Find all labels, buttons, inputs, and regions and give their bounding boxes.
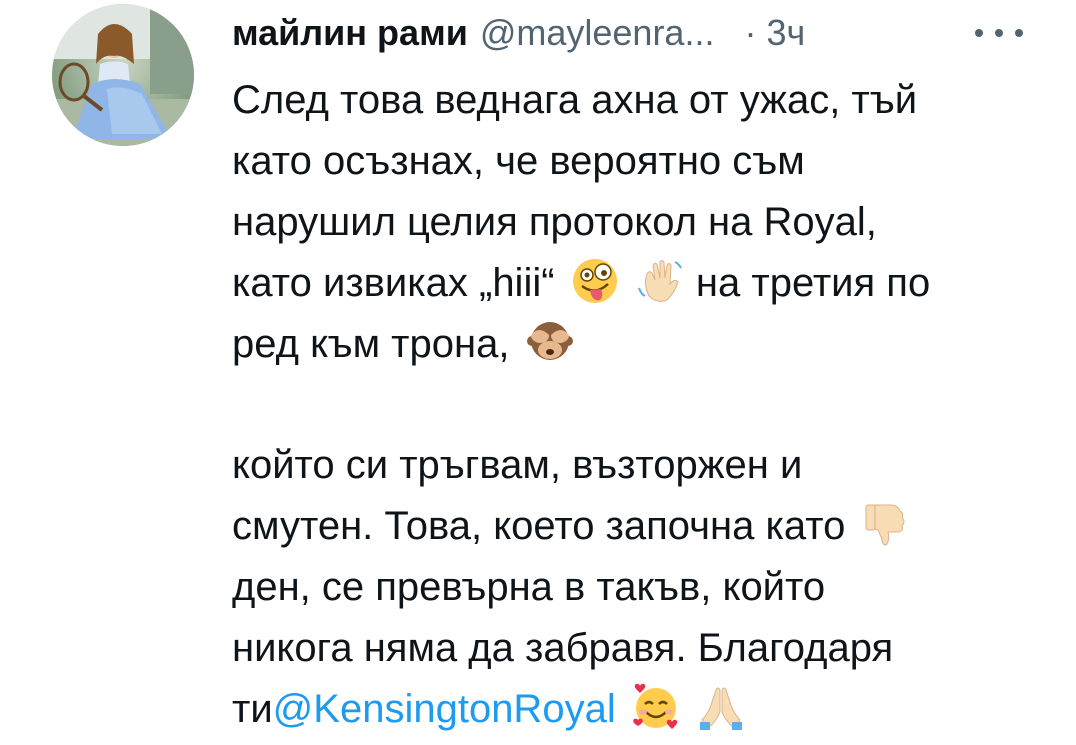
text-segment: ред към трона,	[232, 322, 510, 366]
avatar-image	[52, 4, 194, 146]
thumbs-down-emoji	[860, 499, 910, 549]
author-display-name[interactable]: майлин рами	[232, 12, 468, 54]
smiling-face-with-hearts-emoji	[631, 682, 681, 732]
header-separator: ·	[744, 12, 757, 53]
zany-face-emoji	[570, 256, 620, 306]
text-segment: смутен. Това, което започна като	[232, 504, 846, 548]
text-line: нарушил целия протокол на Royal,	[232, 200, 877, 244]
more-dot	[995, 29, 1003, 37]
text-line: като осъзнах, че вероятно съм	[232, 139, 805, 183]
tweet-header: майлин рами @mayleenra... · 3ч	[232, 8, 1032, 58]
more-horizontal-icon	[975, 29, 983, 37]
mention-link[interactable]: @KensingtonRoyal	[273, 687, 616, 731]
tweet-text: След това веднага ахна от ужас, тъй като…	[232, 70, 1032, 740]
text-line: ден, се превърна в такъв, който	[232, 565, 826, 609]
text-line: като извиках „hiii“ на третия по	[232, 253, 1032, 314]
text-line: ред към трона,	[232, 314, 1032, 375]
tweet[interactable]: майлин рами @mayleenra... · 3ч След това…	[0, 0, 1076, 745]
text-line: След това веднага ахна от ужас, тъй	[232, 78, 918, 122]
see-no-evil-monkey-emoji	[525, 317, 575, 367]
more-dot	[1015, 29, 1023, 37]
waving-hand-emoji	[635, 256, 685, 306]
author-handle[interactable]: @mayleenra...	[480, 12, 715, 54]
text-segment: ти	[232, 687, 273, 731]
text-line: смутен. Това, което започна като	[232, 496, 1032, 557]
text-line: никога няма да забравя. Благодаря	[232, 626, 894, 670]
text-line: ти@KensingtonRoyal	[232, 679, 1032, 740]
author-avatar[interactable]	[52, 4, 194, 146]
folded-hands-emoji	[696, 682, 746, 732]
text-segment: на третия по	[695, 261, 931, 305]
more-options-button[interactable]	[975, 22, 1023, 44]
tweet-timestamp[interactable]: 3ч	[766, 12, 805, 54]
text-line: който си тръгвам, възторжен и	[232, 443, 803, 487]
text-segment: като извиках „hiii“	[232, 261, 555, 305]
